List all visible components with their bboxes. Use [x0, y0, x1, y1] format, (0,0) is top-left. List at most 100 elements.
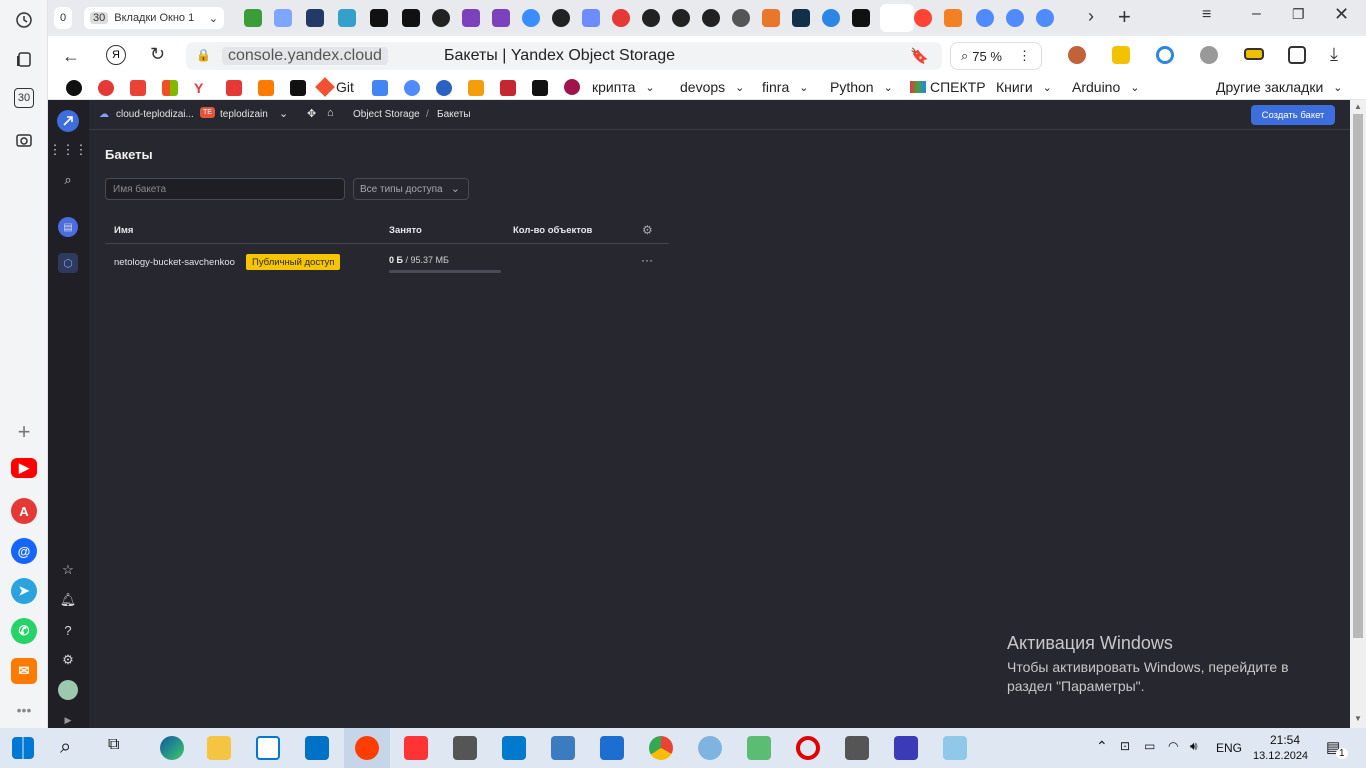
close-window-icon[interactable]: ✕	[1334, 4, 1349, 25]
outlook-icon[interactable]	[305, 736, 329, 760]
pinned-tab-icon[interactable]	[976, 9, 994, 27]
extension-icon[interactable]	[1156, 46, 1174, 64]
docs-icon[interactable]	[372, 80, 388, 96]
new-tab-icon[interactable]: +	[1118, 4, 1131, 30]
app-icon[interactable]	[943, 736, 967, 760]
terraform-icon[interactable]	[492, 9, 510, 27]
active-tab[interactable]	[880, 4, 914, 32]
search-icon[interactable]: ⌕	[60, 736, 84, 760]
pinned-tab-icon[interactable]	[852, 9, 870, 27]
pinned-tab-icon[interactable]	[822, 9, 840, 27]
restore-icon[interactable]: ❐	[1292, 6, 1305, 23]
column-header-objects[interactable]: Кол-во объектов	[513, 225, 592, 236]
pinned-tab-icon[interactable]	[1036, 9, 1054, 27]
bookmark-folder-arduino[interactable]: Arduino ⌄	[1072, 79, 1139, 95]
bookmark-folder-finra[interactable]: finra ⌄	[762, 79, 808, 95]
clock-date[interactable]: 13.12.2024	[1253, 750, 1308, 762]
pinned-tab-icon[interactable]	[370, 9, 388, 27]
download-icon[interactable]: ⤓	[1330, 44, 1338, 65]
chevron-down-icon[interactable]: ⌄	[279, 107, 288, 120]
pinned-tab-icon[interactable]	[244, 9, 262, 27]
access-type-select[interactable]: Все типы доступа ⌄	[353, 178, 469, 200]
network-app-icon[interactable]	[453, 736, 477, 760]
pinned-tab-icon[interactable]	[582, 9, 600, 27]
bookmark-icon[interactable]	[436, 80, 452, 96]
volume-icon[interactable]: 🔊︎	[1190, 739, 1198, 754]
scroll-up-icon[interactable]: ▲	[1354, 102, 1362, 111]
add-panel-icon[interactable]: +	[12, 419, 36, 444]
avatar[interactable]	[58, 680, 78, 700]
bookmark-spektr[interactable]: СПЕКТР	[910, 79, 986, 95]
bookmark-icon[interactable]: 🔖	[910, 47, 929, 65]
create-bucket-button[interactable]: Создать бакет	[1251, 105, 1335, 125]
wifi-icon[interactable]: ◠	[1168, 739, 1178, 753]
translate-icon[interactable]: A	[11, 498, 37, 524]
task-view-icon[interactable]: ⧉	[108, 736, 132, 760]
pinned-tab-icon[interactable]	[762, 9, 780, 27]
pinned-tab-icon[interactable]	[522, 9, 540, 27]
bookmark-icon[interactable]	[98, 80, 114, 96]
battery-icon[interactable]	[1244, 48, 1264, 60]
pinned-tab-icon[interactable]	[792, 9, 810, 27]
bookmark-folder-python[interactable]: Python ⌄	[830, 79, 893, 95]
youtube-icon[interactable]: ▶	[11, 458, 37, 478]
history-icon[interactable]	[12, 8, 36, 32]
yandex-icon[interactable]: Y	[194, 80, 210, 96]
calendar-icon[interactable]	[226, 80, 242, 96]
url-box[interactable]: 🔒 console.yandex.cloud Бакеты | Yandex O…	[186, 42, 942, 70]
extension-icon[interactable]	[1112, 46, 1130, 64]
aida64-icon[interactable]	[600, 736, 624, 760]
bookmark-icon[interactable]	[404, 80, 420, 96]
storage-service-icon[interactable]: ▤	[58, 217, 78, 237]
bookmark-icon[interactable]	[66, 80, 82, 96]
move-icon[interactable]: ✥	[307, 107, 316, 120]
extensions-icon[interactable]	[1288, 46, 1306, 64]
screenshot-icon[interactable]	[12, 128, 36, 152]
breadcrumb-cloud[interactable]: cloud-teplodizai...	[116, 109, 194, 120]
calendar-icon[interactable]: 30	[14, 88, 34, 108]
yandex-icon[interactable]: Я	[106, 45, 126, 65]
chrome-icon[interactable]	[649, 736, 673, 760]
page-scrollbar[interactable]: ▲ ▼	[1350, 100, 1366, 728]
zoom-indicator[interactable]: ⌕ 75 % ⋮	[950, 42, 1042, 70]
github-icon[interactable]	[552, 9, 570, 27]
object-storage-icon[interactable]: ⬡	[58, 253, 78, 273]
github-icon[interactable]	[702, 9, 720, 27]
mail-at-icon[interactable]: @	[11, 538, 37, 564]
all-services-icon[interactable]: ⋮⋮⋮	[49, 140, 88, 160]
save-app-icon[interactable]	[894, 736, 918, 760]
yandex-mail-icon[interactable]: ✉	[11, 658, 37, 684]
yandex-icon[interactable]	[404, 736, 428, 760]
bookmark-icon[interactable]	[468, 80, 484, 96]
whatsapp-icon[interactable]: ✆	[11, 618, 37, 644]
tab-group[interactable]: 30 Вкладки Окно 1 ⌄	[84, 7, 224, 29]
scroll-down-icon[interactable]: ▼	[1354, 714, 1362, 723]
language-indicator[interactable]: ENG	[1216, 741, 1242, 755]
bookmark-icon[interactable]	[258, 80, 274, 96]
terraform-icon[interactable]	[462, 9, 480, 27]
menu-icon[interactable]: ≡	[1202, 6, 1211, 24]
row-actions-menu-icon[interactable]: ···	[641, 253, 653, 267]
pinned-tab-icon[interactable]	[306, 9, 324, 27]
search-icon[interactable]: ⌕	[58, 170, 78, 190]
globe-icon[interactable]	[1200, 46, 1218, 64]
help-icon[interactable]: ?	[58, 620, 78, 640]
yandex-cloud-logo-icon[interactable]	[57, 110, 79, 132]
breadcrumb-page[interactable]: Бакеты	[437, 109, 471, 120]
scrollbar-thumb[interactable]	[1353, 114, 1363, 638]
calculator-icon[interactable]	[845, 736, 869, 760]
table-settings-icon[interactable]: ⚙	[642, 223, 653, 237]
column-header-name[interactable]: Имя	[114, 225, 133, 236]
reload-icon[interactable]: ↻	[150, 44, 165, 65]
pinned-tab-icon[interactable]	[612, 9, 630, 27]
store-icon[interactable]	[256, 736, 280, 760]
battery-icon[interactable]: ▭	[1144, 739, 1155, 753]
more-icon[interactable]: •••	[12, 698, 36, 722]
app-icon[interactable]	[747, 736, 771, 760]
collections-icon[interactable]	[12, 48, 36, 72]
bookmark-icon[interactable]	[532, 80, 548, 96]
pinned-tab-icon[interactable]	[732, 9, 750, 27]
bookmark-folder-books[interactable]: Книги ⌄	[996, 79, 1052, 95]
bookmark-folder-other[interactable]: Другие закладки ⌄	[1216, 79, 1343, 95]
pinned-tab-icon[interactable]	[338, 9, 356, 27]
